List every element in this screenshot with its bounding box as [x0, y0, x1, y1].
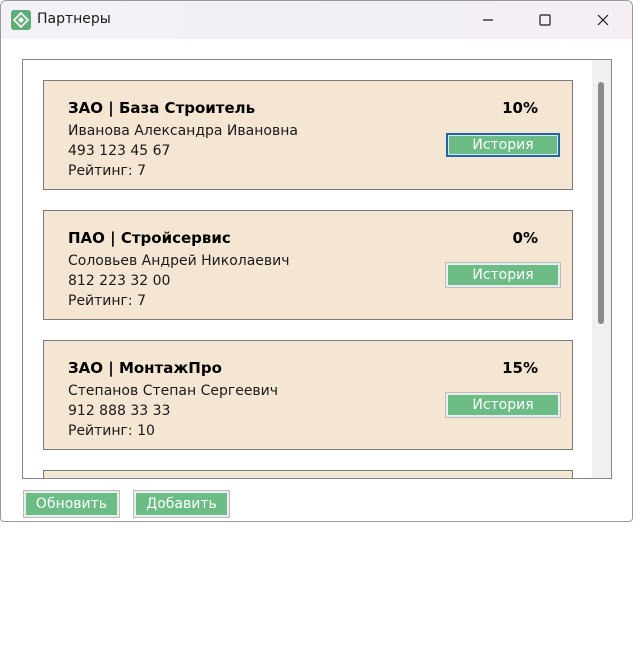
- maximize-icon: [539, 14, 551, 26]
- partner-card: ЗАО | База Строитель 10% Иванова Алексан…: [43, 80, 573, 190]
- rating-label: Рейтинг:: [68, 293, 133, 309]
- app-icon: [11, 10, 31, 30]
- partners-list[interactable]: ЗАО | База Строитель 10% Иванова Алексан…: [22, 59, 612, 479]
- partner-rating: Рейтинг: 7: [68, 163, 146, 179]
- partner-phone: 493 123 45 67: [68, 143, 171, 159]
- partner-rating: Рейтинг: 7: [68, 293, 146, 309]
- title-bar[interactable]: Партнеры: [1, 1, 632, 39]
- partner-director: Иванова Александра Ивановна: [68, 123, 298, 139]
- window-title: Партнеры: [37, 11, 111, 27]
- add-button[interactable]: Добавить: [133, 490, 230, 518]
- partner-phone: 812 223 32 00: [68, 273, 171, 289]
- history-button[interactable]: История: [445, 392, 561, 418]
- scrollbar-thumb[interactable]: [598, 82, 604, 324]
- rating-value: 10: [137, 423, 155, 439]
- partners-window: Партнеры ЗАО | База Строитель 10% Иванов…: [0, 0, 633, 522]
- partner-card: ПАО | Стройсервис 0% Соловьев Андрей Ник…: [43, 210, 573, 320]
- rating-label: Рейтинг:: [68, 423, 133, 439]
- partner-phone: 912 888 33 33: [68, 403, 171, 419]
- partner-name: ЗАО | База Строитель: [68, 99, 256, 117]
- partner-discount: 15%: [502, 359, 538, 377]
- maximize-button[interactable]: [522, 1, 568, 39]
- minimize-icon: [483, 19, 493, 21]
- history-button[interactable]: История: [445, 262, 561, 288]
- partner-director: Степанов Степан Сергеевич: [68, 383, 279, 399]
- refresh-button[interactable]: Обновить: [23, 490, 120, 518]
- rating-value: 7: [137, 163, 147, 179]
- list-scrollbar[interactable]: [592, 60, 611, 478]
- partner-name: ЗАО | МонтажПро: [68, 359, 222, 377]
- partner-rating: Рейтинг: 10: [68, 423, 155, 439]
- partner-name: ПАО | Стройсервис: [68, 229, 231, 247]
- partner-card-partial: [43, 470, 573, 478]
- history-button[interactable]: История: [446, 133, 560, 157]
- close-button[interactable]: [580, 1, 626, 39]
- partner-discount: 0%: [512, 229, 538, 247]
- rating-label: Рейтинг:: [68, 163, 133, 179]
- minimize-button[interactable]: [465, 1, 511, 39]
- partner-discount: 10%: [502, 99, 538, 117]
- close-icon: [597, 14, 609, 26]
- partner-card: ЗАО | МонтажПро 15% Степанов Степан Серг…: [43, 340, 573, 450]
- partner-director: Соловьев Андрей Николаевич: [68, 253, 290, 269]
- rating-value: 7: [137, 293, 147, 309]
